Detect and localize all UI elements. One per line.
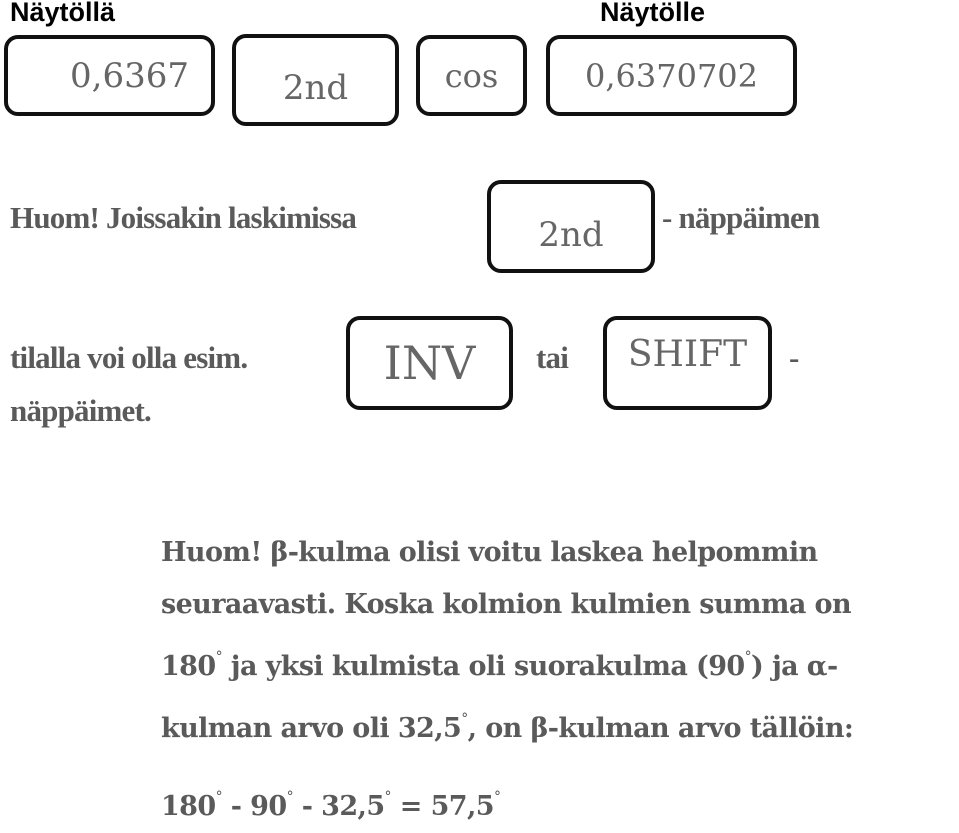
note1-line1-after: - näppäimen <box>662 200 820 235</box>
note2-paragraph: Huom! β-kulma olisi voitu laskea helpomm… <box>161 527 959 833</box>
note2-line3: 180° ja yksi kulmista oli suorakulma (90… <box>161 649 838 682</box>
note1-line3: näppäimet. <box>10 393 152 428</box>
note2-line1: Huom! β-kulma olisi voitu laskea helpomm… <box>161 537 818 568</box>
second-function-key[interactable]: 2nd <box>232 34 399 126</box>
note1-line2-before: tilalla voi olla esim. <box>10 340 248 375</box>
result-value-box: 0,6370702 <box>546 35 797 116</box>
note2-line2: seuraavasti. Koska kolmion kulmien summa… <box>161 589 852 620</box>
heading-to-screen: Näytölle <box>600 0 706 27</box>
inv-key[interactable]: INV <box>346 316 513 410</box>
second-function-key-note[interactable]: 2nd <box>487 180 655 273</box>
display-value-box: 0,6367 <box>4 35 215 116</box>
cos-key-label: cos <box>444 56 499 95</box>
note1-line2-mid: tai <box>536 340 569 375</box>
note1-line2-after: - <box>789 340 799 375</box>
shift-key-label: SHIFT <box>627 334 748 375</box>
display-value: 0,6367 <box>70 55 189 96</box>
cos-key[interactable]: cos <box>416 35 527 116</box>
shift-key[interactable]: SHIFT <box>603 316 772 410</box>
equation: 180° - 90° - 32,5° = 57,5° <box>161 789 501 822</box>
inv-key-label: INV <box>383 336 476 390</box>
second-function-key-note-label: 2nd <box>538 214 604 255</box>
result-value: 0,6370702 <box>584 56 759 95</box>
second-function-key-label: 2nd <box>282 68 349 108</box>
heading-on-screen: Näytöllä <box>10 0 116 27</box>
note2-line4: kulman arvo oli 32,5°, on β-kulman arvo … <box>161 711 854 744</box>
note1-line1-before: Huom! Joissakin laskimissa <box>10 200 357 235</box>
